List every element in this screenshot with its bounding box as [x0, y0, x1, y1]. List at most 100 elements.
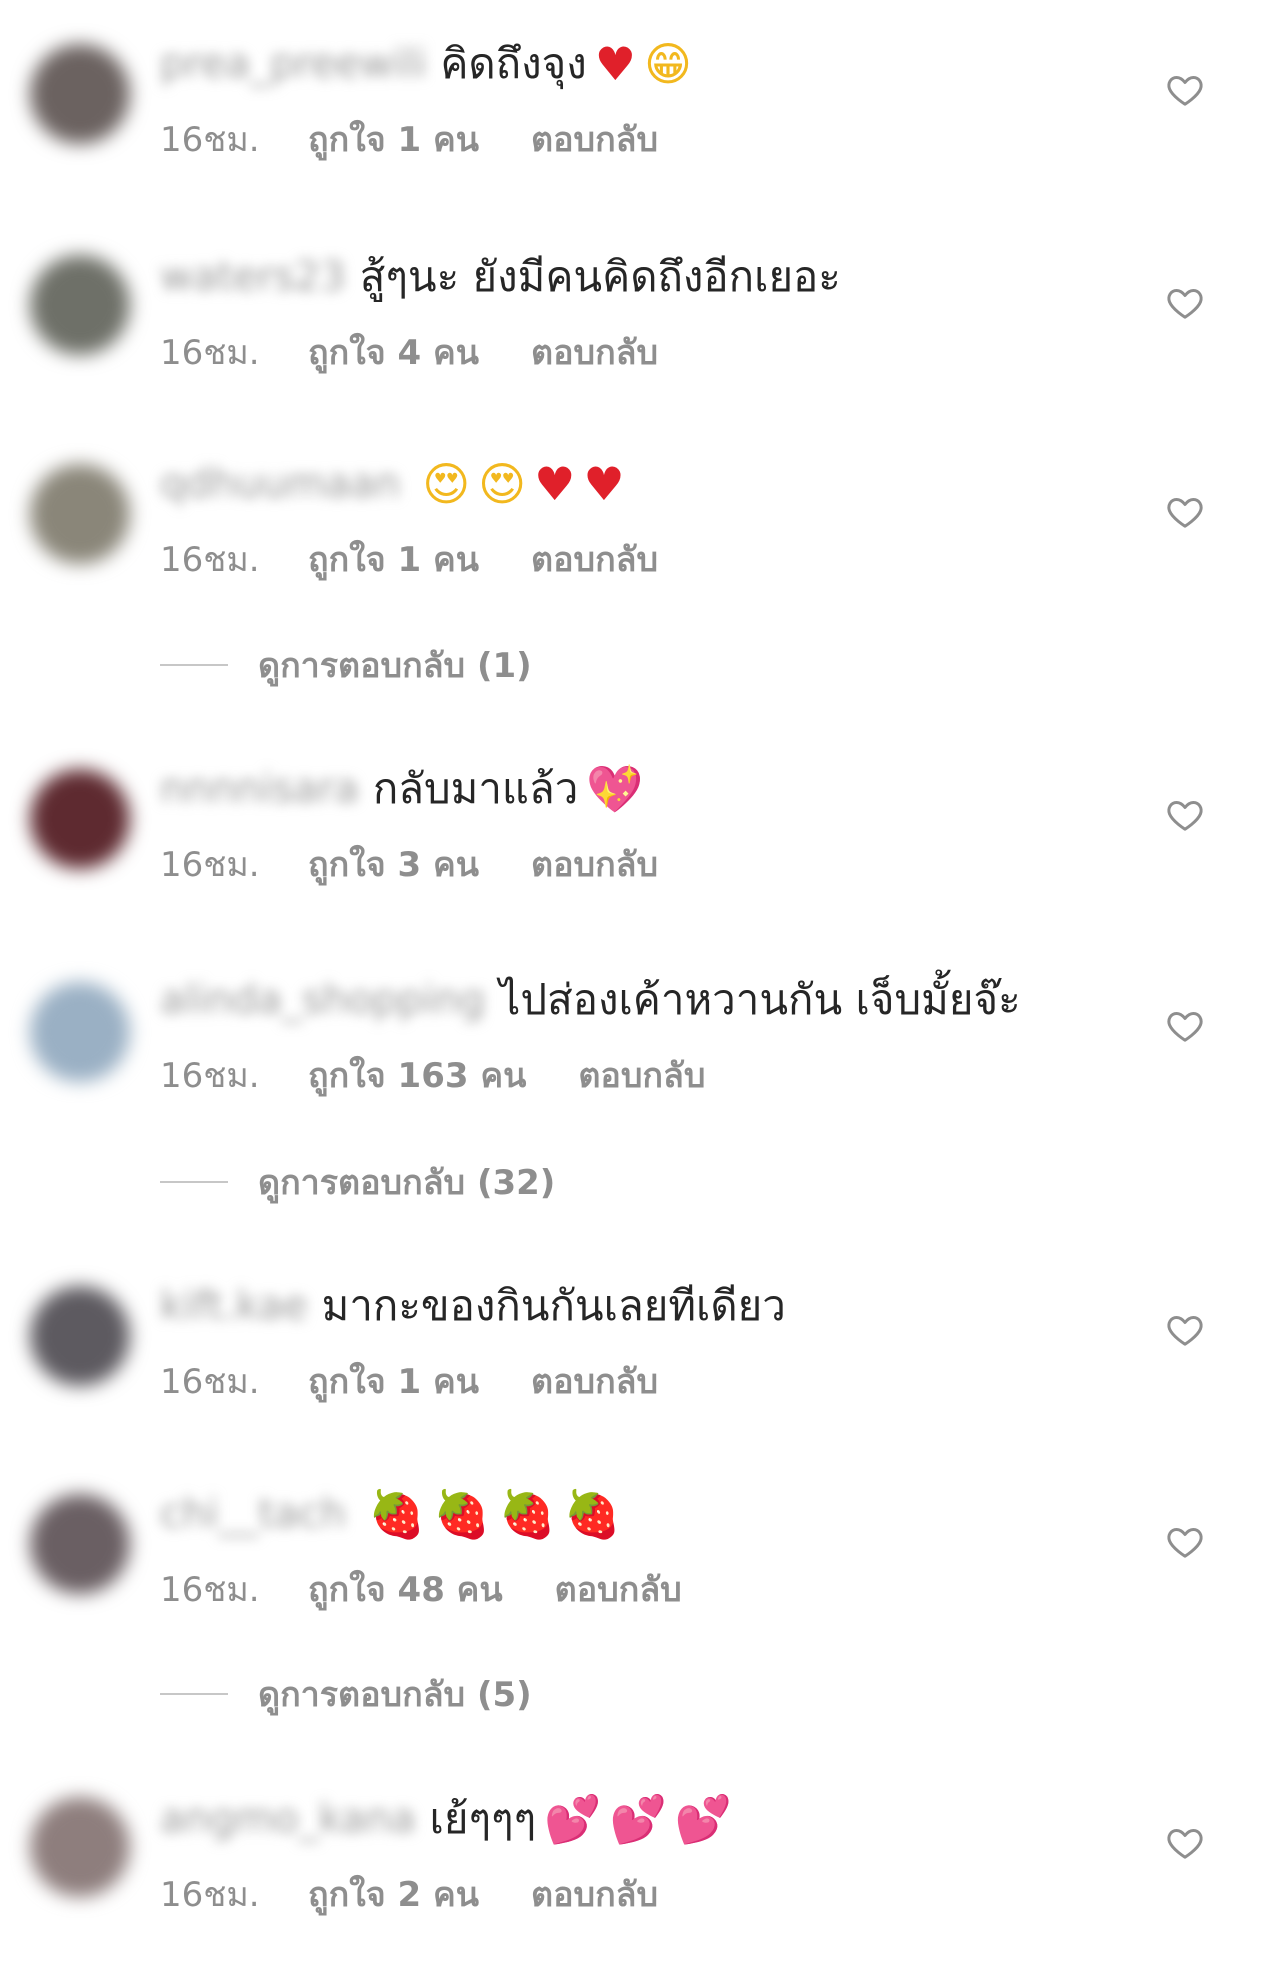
timestamp: 16ชม. [160, 1056, 260, 1096]
comment-text: มากะของกินกันเลยทีเดียว [321, 1281, 786, 1330]
comment-text: กลับมาแล้ว [372, 764, 579, 813]
emoji: 😍 [478, 457, 527, 511]
divider [160, 1693, 228, 1695]
view-replies-label: ดูการตอบกลับ (1) [258, 646, 532, 686]
comment-item: alinda_shopping ไปส่องเค้าหวานกัน เจ็บมั… [0, 968, 1280, 1118]
heart-icon[interactable] [1165, 1310, 1205, 1350]
emoji: 🍓 [368, 1487, 426, 1541]
comment-meta: 16ชม. ถูกใจ 163 คน ตอบกลับ [160, 1048, 705, 1102]
heart-icon[interactable] [1165, 283, 1205, 323]
like-count[interactable]: ถูกใจ 163 คน [308, 1048, 526, 1102]
comment-item: nnnnisara กลับมาแล้ว 💖 16ชม. ถูกใจ 3 คน … [0, 757, 1280, 907]
avatar[interactable] [30, 1797, 130, 1897]
reply-button[interactable]: ตอบกลับ [531, 1354, 658, 1408]
emoji: ♥ [583, 457, 625, 511]
avatar[interactable] [30, 1494, 130, 1594]
comment-meta: 16ชม. ถูกใจ 2 คน ตอบกลับ [160, 1867, 658, 1921]
reply-button[interactable]: ตอบกลับ [531, 112, 658, 166]
emoji: 🍓 [563, 1487, 622, 1541]
username[interactable]: nnnnisara [160, 766, 359, 812]
emoji: 💕 [609, 1792, 667, 1846]
comment-item: angmo_kana เย้ๆๆๆ 💕 💕 💕 16ชม. ถูกใจ 2 คน… [0, 1787, 1280, 1937]
avatar[interactable] [30, 255, 130, 355]
timestamp: 16ชม. [160, 540, 260, 580]
heart-icon[interactable] [1165, 1006, 1205, 1046]
timestamp: 16ชม. [160, 1875, 260, 1915]
heart-icon[interactable] [1165, 795, 1205, 835]
avatar[interactable] [30, 44, 130, 144]
heart-icon[interactable] [1165, 1823, 1205, 1863]
comment-text: เย้ๆๆๆ [429, 1794, 537, 1843]
username[interactable]: prea_preewili [160, 41, 426, 87]
emoji: ♥ [594, 37, 636, 91]
comment-item: chi__tach 🍓 🍓 🍓 🍓 16ชม. ถูกใจ 48 คน ตอบก… [0, 1482, 1280, 1632]
comment-item: waters23 สู้ๆนะ ยังมีคนคิดถึงอีกเยอะ 16ช… [0, 245, 1280, 395]
like-count[interactable]: ถูกใจ 2 คน [308, 1867, 479, 1921]
comment-meta: 16ชม. ถูกใจ 1 คน ตอบกลับ [160, 112, 658, 166]
comment-meta: 16ชม. ถูกใจ 1 คน ตอบกลับ [160, 532, 658, 586]
timestamp: 16ชม. [160, 1570, 260, 1610]
view-replies-label: ดูการตอบกลับ (32) [258, 1163, 556, 1203]
comment-text: สู้ๆนะ ยังมีคนคิดถึงอีกเยอะ [359, 252, 841, 301]
like-count[interactable]: ถูกใจ 1 คน [308, 532, 479, 586]
view-replies-button[interactable]: ดูการตอบกลับ (32) [160, 1157, 555, 1207]
view-replies-label: ดูการตอบกลับ (5) [258, 1675, 532, 1715]
avatar[interactable] [30, 769, 130, 869]
emoji: 😍 [422, 457, 471, 511]
like-count[interactable]: ถูกใจ 4 คน [308, 325, 479, 379]
comment-body: alinda_shopping ไปส่องเค้าหวานกัน เจ็บมั… [160, 968, 1021, 1032]
comment-body: angmo_kana เย้ๆๆๆ 💕 💕 💕 [160, 1787, 732, 1851]
emoji: 💖 [586, 762, 644, 816]
reply-button[interactable]: ตอบกลับ [531, 1867, 658, 1921]
comment-item: qdhuumaan 😍 😍 ♥ ♥ 16ชม. ถูกใจ 1 คน ตอบกล… [0, 452, 1280, 602]
heart-icon[interactable] [1165, 492, 1205, 532]
comment-meta: 16ชม. ถูกใจ 1 คน ตอบกลับ [160, 1354, 658, 1408]
comment-text: คิดถึงจุง [440, 39, 587, 88]
emoji: 💕 [544, 1792, 602, 1846]
reply-button[interactable]: ตอบกลับ [531, 837, 658, 891]
comment-body: prea_preewili คิดถึงจุง ♥ 😁 [160, 32, 692, 96]
comment-body: kift.kae มากะของกินกันเลยทีเดียว [160, 1274, 786, 1338]
username[interactable]: kift.kae [160, 1283, 308, 1329]
username[interactable]: chi__tach [160, 1491, 346, 1537]
timestamp: 16ชม. [160, 120, 260, 160]
like-count[interactable]: ถูกใจ 1 คน [308, 112, 479, 166]
view-replies-button[interactable]: ดูการตอบกลับ (5) [160, 1669, 532, 1719]
avatar[interactable] [30, 982, 130, 1082]
reply-button[interactable]: ตอบกลับ [555, 1562, 682, 1616]
comment-body: chi__tach 🍓 🍓 🍓 🍓 [160, 1482, 621, 1546]
like-count[interactable]: ถูกใจ 1 คน [308, 1354, 479, 1408]
comment-item: kift.kae มากะของกินกันเลยทีเดียว 16ชม. ถ… [0, 1274, 1280, 1424]
username[interactable]: angmo_kana [160, 1796, 416, 1842]
emoji: 😁 [644, 37, 692, 91]
timestamp: 16ชม. [160, 333, 260, 373]
emoji: 💕 [674, 1792, 733, 1846]
avatar[interactable] [30, 1286, 130, 1386]
comment-item: prea_preewili คิดถึงจุง ♥ 😁 16ชม. ถูกใจ … [0, 32, 1280, 182]
avatar[interactable] [30, 464, 130, 564]
comment-body: waters23 สู้ๆนะ ยังมีคนคิดถึงอีกเยอะ [160, 245, 841, 309]
heart-icon[interactable] [1165, 1522, 1205, 1562]
username[interactable]: qdhuumaan [160, 461, 400, 507]
timestamp: 16ชม. [160, 1362, 260, 1402]
divider [160, 664, 228, 666]
reply-button[interactable]: ตอบกลับ [531, 325, 658, 379]
reply-button[interactable]: ตอบกลับ [531, 532, 658, 586]
comment-body: qdhuumaan 😍 😍 ♥ ♥ [160, 452, 625, 516]
emoji: 🍓 [498, 1487, 556, 1541]
emoji: 🍓 [433, 1487, 491, 1541]
heart-icon[interactable] [1165, 70, 1205, 110]
timestamp: 16ชม. [160, 845, 260, 885]
comment-meta: 16ชม. ถูกใจ 4 คน ตอบกลับ [160, 325, 658, 379]
username[interactable]: waters23 [160, 254, 346, 300]
comment-body: nnnnisara กลับมาแล้ว 💖 [160, 757, 644, 821]
like-count[interactable]: ถูกใจ 48 คน [308, 1562, 503, 1616]
comment-meta: 16ชม. ถูกใจ 3 คน ตอบกลับ [160, 837, 658, 891]
comment-meta: 16ชม. ถูกใจ 48 คน ตอบกลับ [160, 1562, 682, 1616]
like-count[interactable]: ถูกใจ 3 คน [308, 837, 479, 891]
view-replies-button[interactable]: ดูการตอบกลับ (1) [160, 640, 532, 690]
divider [160, 1181, 228, 1183]
reply-button[interactable]: ตอบกลับ [578, 1048, 705, 1102]
emoji: ♥ [534, 457, 576, 511]
username[interactable]: alinda_shopping [160, 977, 485, 1023]
